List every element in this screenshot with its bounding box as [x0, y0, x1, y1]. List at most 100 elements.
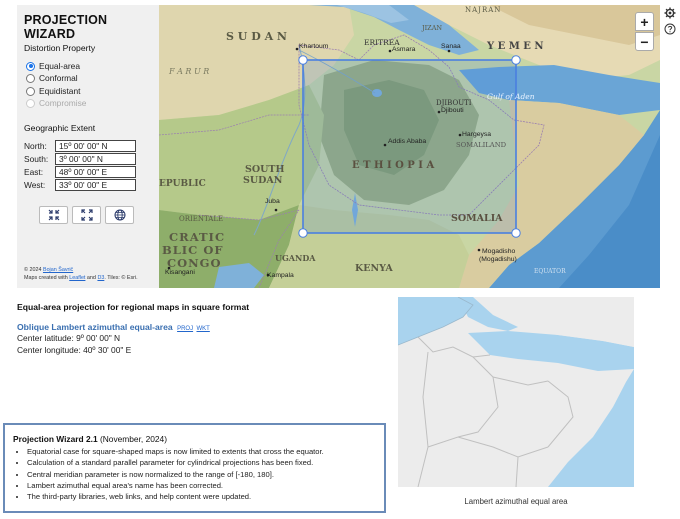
expand-extent-button[interactable]	[72, 206, 101, 224]
map-label-khartoum: Khartoum	[299, 43, 329, 50]
shrink-extent-icon	[48, 209, 59, 221]
map-label-orientale: ORIENTALE	[179, 215, 224, 223]
distortion-heading: Distortion Property	[24, 43, 96, 53]
radio-button[interactable]	[26, 86, 35, 96]
map-label-asmara: Asmara	[392, 46, 416, 53]
changelog-item: Central meridian parameter is now normal…	[27, 469, 324, 480]
center-longitude: Center longitude: 40º 30' 00" E	[17, 345, 132, 355]
expand-extent-icon	[80, 209, 93, 221]
map-label-republic: EPUBLIC	[159, 179, 206, 189]
radio-button-selected[interactable]	[26, 61, 35, 71]
radio-conformal[interactable]: Conformal	[26, 72, 78, 84]
map-view[interactable]: NAJRAN JIZAN S U D A N ERITREA Y E M E N…	[159, 5, 660, 288]
map-label-mogadishu-2: (Mogadishu)	[479, 256, 517, 263]
map-label-mogadishu-1: Mogadisho	[482, 248, 516, 255]
globe-icon	[114, 209, 125, 221]
north-input[interactable]: 15º 00' 00" N	[55, 139, 136, 152]
extent-west-row: West: 33º 00' 00" E	[24, 178, 136, 191]
changelog-box: Projection Wizard 2.1 (November, 2024) E…	[3, 423, 386, 513]
radio-equal-area[interactable]: Equal-area	[26, 60, 80, 72]
credit-text: . Tiles: © Esri.	[104, 275, 138, 281]
radio-compromise: Compromise	[26, 97, 86, 109]
map-label-addis-ababa: Addis Ababa	[388, 138, 427, 145]
map-label-gulf-of-aden: Gulf of Aden	[487, 92, 535, 101]
zoom-in-button[interactable]: +	[635, 12, 654, 31]
credit-line-1: © 2024 Bojan Šavrič	[24, 267, 73, 273]
map-label-farur: F A R U R	[169, 67, 210, 76]
app-title: PROJECTION WIZARD	[24, 13, 108, 41]
south-label: South:	[24, 153, 49, 164]
map-label-uganda: UGANDA	[275, 253, 316, 263]
shrink-extent-button[interactable]	[39, 206, 68, 224]
author-link[interactable]: Bojan Šavrič	[43, 267, 73, 273]
credit-text: and	[85, 275, 98, 281]
map-label-cratic: CRATIC	[169, 230, 226, 244]
extent-south-row: South: 3º 00' 00" N	[24, 152, 136, 165]
map-label-jizan: JIZAN	[422, 24, 443, 32]
map-label-kisangani: Kisangani	[165, 269, 195, 276]
zoom-out-button[interactable]: −	[635, 32, 654, 51]
settings-button[interactable]	[663, 6, 676, 19]
map-label-somalia: SOMALIA	[451, 213, 503, 224]
map-label-somaliland: SOMALILAND	[456, 141, 507, 149]
gear-icon	[664, 7, 675, 18]
extent-north-row: North: 15º 00' 00" N	[24, 139, 136, 152]
changelog-item: Calculation of a standard parallel param…	[27, 457, 324, 468]
changelog-item: Equatorial case for square-shaped maps i…	[27, 446, 324, 457]
north-label: North:	[24, 140, 47, 151]
projection-heading: Equal-area projection for regional maps …	[17, 302, 250, 312]
east-label: East:	[24, 166, 44, 177]
credit-line-2: Maps created with Leaflet and D3. Tiles:…	[24, 275, 138, 281]
map-label-south-sudan-1: SOUTH	[245, 164, 285, 175]
south-input[interactable]: 3º 00' 00" N	[55, 152, 136, 165]
changelog-item: The third-party libraries, web links, an…	[27, 491, 324, 502]
radio-label: Equidistant	[39, 86, 81, 96]
map-label-ethiopia: E T H I O P I A	[352, 160, 435, 171]
proj-link[interactable]: PROJ	[177, 326, 193, 332]
changelog-heading: Projection Wizard 2.1 (November, 2024)	[13, 434, 167, 444]
radio-button[interactable]	[26, 73, 35, 83]
changelog-item: Lambert azimuthal equal area's name has …	[27, 480, 324, 491]
projection-name-row: Oblique Lambert azimuthal equal-area PRO…	[17, 322, 210, 332]
radio-label: Compromise	[39, 98, 87, 108]
map-label-kampala: Kampala	[267, 272, 294, 279]
credit-text: Maps created with	[24, 275, 70, 281]
map-label-sudan: S U D A N	[226, 30, 287, 43]
map-label-kenya: KENYA	[355, 263, 393, 274]
radio-label: Conformal	[39, 73, 78, 83]
help-button[interactable]	[663, 22, 676, 35]
radio-button-disabled	[26, 98, 35, 108]
map-label-djibouti-city: Djibouti	[441, 107, 464, 114]
preview-caption: Lambert azimuthal equal area	[464, 497, 568, 506]
map-label-djibouti-country: DJIBOUTI	[436, 99, 472, 107]
leaflet-link[interactable]: Leaflet	[69, 275, 85, 281]
west-input[interactable]: 33º 00' 00" E	[55, 178, 136, 191]
projection-panel: PROJECTION WIZARD Distortion Property Eq…	[17, 5, 159, 288]
map-label-hargeysa: Hargeysa	[462, 131, 492, 138]
projection-preview-map	[398, 297, 634, 487]
map-label-najran: NAJRAN	[465, 6, 502, 14]
center-latitude: Center latitude: 9º 00' 00" N	[17, 333, 121, 343]
map-label-south-sudan-2: SUDAN	[243, 175, 283, 186]
map-label-equator: EQUATOR	[534, 268, 566, 275]
map-label-blic-of: BLIC OF	[162, 243, 224, 257]
projection-name[interactable]: Oblique Lambert azimuthal equal-area	[17, 322, 173, 332]
radio-label: Equal-area	[39, 61, 80, 71]
east-input[interactable]: 48º 00' 00" E	[55, 165, 136, 178]
extent-east-row: East: 48º 00' 00" E	[24, 165, 136, 178]
map-label-sanaa: Sanaa	[441, 43, 461, 50]
map-label-yemen: Y E M E N	[487, 41, 544, 52]
map-label-juba: Juba	[265, 198, 280, 205]
radio-equidistant[interactable]: Equidistant	[26, 85, 80, 97]
map-label-congo: CONGO	[167, 256, 222, 270]
credit-prefix: © 2024	[24, 267, 43, 273]
west-label: West:	[24, 179, 46, 190]
world-extent-button[interactable]	[105, 206, 134, 224]
preview-outline-map	[398, 297, 634, 487]
changelog-title: Projection Wizard 2.1	[13, 434, 98, 444]
changelog-list: Equatorial case for square-shaped maps i…	[27, 446, 324, 502]
help-icon	[664, 23, 675, 34]
wkt-link[interactable]: WKT	[196, 326, 209, 332]
extent-heading: Geographic Extent	[24, 123, 96, 133]
changelog-date: (November, 2024)	[97, 434, 167, 444]
